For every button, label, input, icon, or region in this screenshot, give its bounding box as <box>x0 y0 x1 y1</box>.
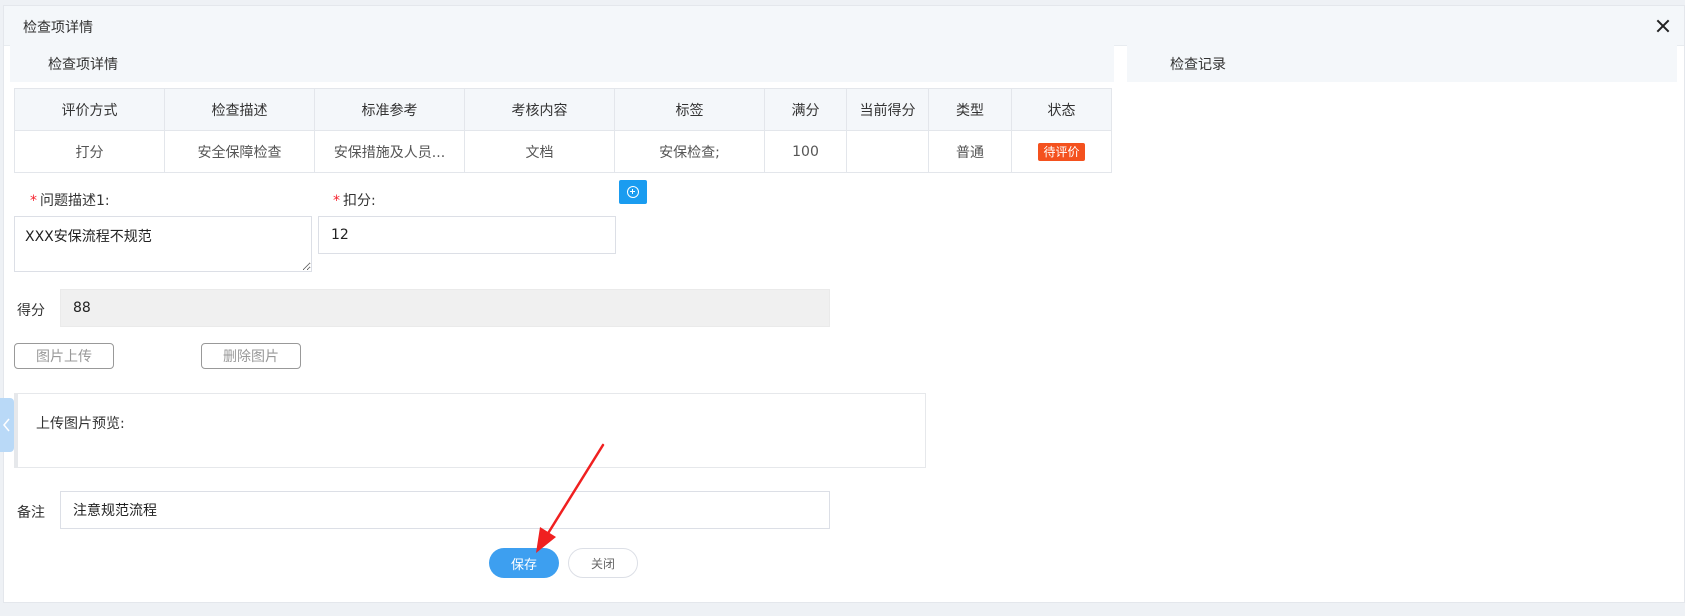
image-preview-label: 上传图片预览: <box>36 416 125 432</box>
problem-description-label-text: 问题描述1: <box>40 193 110 209</box>
column-header: 状态 <box>1011 88 1112 131</box>
remark-input[interactable] <box>60 491 830 529</box>
add-circle-icon <box>627 186 639 198</box>
modal-title: 检查项详情 <box>23 20 93 36</box>
column-header: 评价方式 <box>14 88 165 131</box>
status-badge: 待评价 <box>1038 142 1085 161</box>
chevron-left-icon <box>3 418 10 432</box>
add-problem-button[interactable] <box>619 180 647 204</box>
column-header: 满分 <box>764 88 847 131</box>
close-icon[interactable] <box>1652 16 1674 38</box>
problem-description-label: * 问题描述1: <box>30 190 110 210</box>
deduct-score-label-text: 扣分: <box>343 193 376 209</box>
table-row: 打分 安全保障检查 安保措施及人员... 文档 安保检查; 100 普通 待评价 <box>14 130 1112 173</box>
remark-label: 备注 <box>17 505 45 521</box>
cell-eval-method: 打分 <box>14 130 165 173</box>
section-title-detail: 检查项详情 <box>48 57 118 73</box>
column-header: 当前得分 <box>846 88 929 131</box>
deduct-score-label: * 扣分: <box>333 190 376 210</box>
column-header: 考核内容 <box>464 88 615 131</box>
deduct-score-input[interactable] <box>318 216 616 254</box>
problem-description-input[interactable]: XXX安保流程不规范 <box>14 216 312 272</box>
cell-status: 待评价 <box>1011 130 1112 173</box>
close-button[interactable]: 关闭 <box>568 548 638 578</box>
cell-content: 文档 <box>464 130 615 173</box>
image-preview-area: 上传图片预览: <box>14 393 926 468</box>
cell-current-score <box>846 130 929 173</box>
section-header-records: 检查记录 <box>1127 42 1677 82</box>
cell-type: 普通 <box>928 130 1012 173</box>
page-bottom-strip <box>0 603 1685 616</box>
column-header: 标签 <box>614 88 765 131</box>
save-button[interactable]: 保存 <box>489 548 559 578</box>
required-mark: * <box>30 193 37 209</box>
score-input <box>60 289 830 327</box>
delete-image-button[interactable]: 删除图片 <box>201 343 301 369</box>
column-header: 检查描述 <box>164 88 315 131</box>
upload-image-button[interactable]: 图片上传 <box>14 343 114 369</box>
section-header-detail: 检查项详情 <box>10 42 1114 82</box>
score-label: 得分 <box>17 303 45 319</box>
cell-description: 安全保障检查 <box>164 130 315 173</box>
sidebar-collapse-tab[interactable] <box>0 398 14 452</box>
required-mark: * <box>333 193 340 209</box>
cell-tag: 安保检查; <box>614 130 765 173</box>
check-item-table: 评价方式 检查描述 标准参考 考核内容 标签 满分 当前得分 类型 状态 打分 … <box>14 88 1112 173</box>
section-title-records: 检查记录 <box>1170 57 1226 73</box>
cell-standard: 安保措施及人员... <box>314 130 465 173</box>
cell-full-score: 100 <box>764 130 847 173</box>
column-header: 类型 <box>928 88 1012 131</box>
table-header-row: 评价方式 检查描述 标准参考 考核内容 标签 满分 当前得分 类型 状态 <box>14 88 1112 131</box>
column-header: 标准参考 <box>314 88 465 131</box>
modal-header: 检查项详情 <box>4 6 1684 46</box>
